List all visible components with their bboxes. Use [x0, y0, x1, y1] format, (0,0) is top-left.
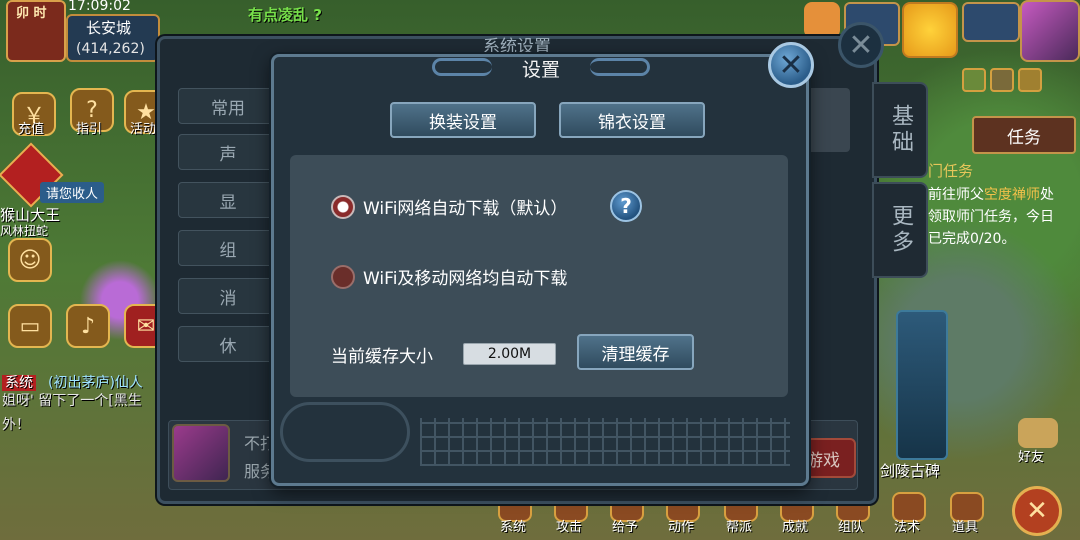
game-clock-label: 卯 时: [16, 6, 47, 21]
activity-label: 活动: [130, 122, 157, 137]
task-description[interactable]: 前往师父空度禅师处 领取师门任务，今日 已完成0/20。: [928, 184, 1078, 250]
friends-label: 好友: [1018, 450, 1045, 465]
chat-line-1: (初出茅庐)仙人: [48, 375, 143, 391]
emoji-icon[interactable]: [902, 2, 958, 58]
pet-avatar[interactable]: [804, 2, 840, 38]
nav-display[interactable]: 显: [178, 182, 278, 218]
chat-channel-tag: 系统: [2, 375, 36, 391]
bottom-guild[interactable]: 帮派: [726, 516, 752, 535]
costume-settings-button[interactable]: 换装设置: [390, 102, 536, 138]
bottom-achievement[interactable]: 成就: [782, 516, 808, 535]
system-settings-close-icon[interactable]: ✕: [838, 22, 884, 68]
radio-wifi-only[interactable]: [331, 195, 355, 219]
task-line1-prefix: 前往师父: [928, 187, 984, 203]
bottom-give[interactable]: 给予: [612, 516, 638, 535]
world-chat-snippet: 有点凌乱 ?: [248, 6, 322, 24]
radio-wifi-and-mobile[interactable]: [331, 265, 355, 289]
task-line2: 领取师门任务，今日: [928, 209, 1054, 225]
bottom-inventory[interactable]: 道具: [952, 516, 978, 535]
clear-cache-button[interactable]: 清理缓存: [577, 334, 694, 370]
tab-more[interactable]: 更多: [872, 182, 928, 278]
friends-chat-icon[interactable]: ☺: [8, 238, 52, 282]
avatar: [172, 424, 230, 482]
location-coords: (414,262): [76, 41, 145, 57]
bottom-attack[interactable]: 攻击: [556, 516, 582, 535]
buff-icon-1[interactable]: [962, 68, 986, 92]
landmark-label: 剑陵古碑: [880, 462, 941, 480]
nav-team[interactable]: 组: [178, 230, 278, 266]
option-wifi-label[interactable]: WiFi网络自动下载（默认）: [363, 194, 567, 219]
handshake-icon[interactable]: [1018, 418, 1058, 448]
location-name: 长安城: [86, 19, 132, 37]
task-npc-link[interactable]: 空度禅师: [984, 187, 1040, 203]
cache-size-label: 当前缓存大小: [331, 347, 433, 367]
task-tab[interactable]: 任务: [972, 116, 1076, 154]
nav-rest[interactable]: 休: [178, 326, 278, 362]
bottom-action[interactable]: 动作: [668, 516, 694, 535]
option-wifi-mobile-label[interactable]: WiFi及移动网络均自动下载: [363, 264, 567, 289]
nav-sound[interactable]: 声: [178, 134, 278, 170]
stone-tablet[interactable]: [896, 310, 948, 460]
close-menu-icon[interactable]: ✕: [1012, 486, 1062, 536]
nav-common[interactable]: 常用: [178, 88, 278, 124]
cache-size-value: 2.00M: [463, 343, 556, 365]
buff-icon-2[interactable]: [990, 68, 1014, 92]
voice-icon[interactable]: ♪: [66, 304, 110, 348]
task-title: 门任务: [928, 162, 974, 180]
guide-label: 指引: [76, 122, 103, 137]
chat-line-3: 外！: [2, 417, 30, 433]
pattern-decoration: [420, 418, 790, 466]
player-status-bars: [962, 2, 1020, 42]
chat-line-2: 姐呀' 留下了一个[黑生: [2, 393, 142, 409]
npc-name-2: 风林扭蛇: [0, 224, 49, 238]
bottom-spell[interactable]: 法术: [894, 516, 920, 535]
tab-basic[interactable]: 基础: [872, 82, 928, 178]
buff-icon-3[interactable]: [1018, 68, 1042, 92]
brocade-settings-button[interactable]: 锦衣设置: [559, 102, 705, 138]
status-time: 17:09:02: [68, 0, 131, 14]
close-icon[interactable]: ✕: [768, 42, 814, 88]
recruit-tag[interactable]: 请您收人: [40, 182, 105, 203]
dialog-title: 设置: [521, 59, 560, 81]
cloud-decoration: [280, 402, 410, 462]
bottom-system[interactable]: 系统: [500, 516, 526, 535]
player-avatar[interactable]: [1020, 0, 1080, 62]
chat-icon[interactable]: ▭: [8, 304, 52, 348]
recharge-label: 充值: [18, 122, 45, 137]
nav-message[interactable]: 消: [178, 278, 278, 314]
help-icon[interactable]: ?: [610, 190, 642, 222]
bottom-team[interactable]: 组队: [838, 516, 864, 535]
task-line1-suffix: 处: [1040, 187, 1054, 203]
task-line3: 已完成0/20。: [928, 231, 1016, 247]
